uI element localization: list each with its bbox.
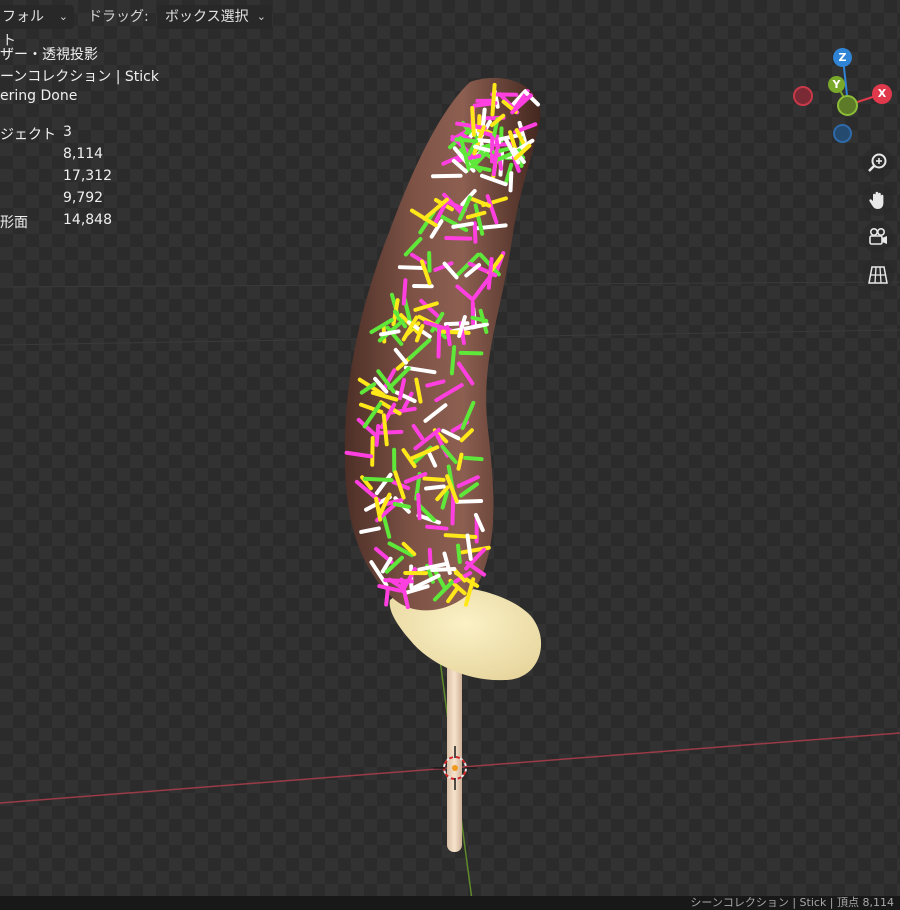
- sprinkle: [422, 476, 446, 482]
- gizmo-x-axis[interactable]: X: [872, 84, 892, 104]
- chevron-down-icon: ⌄: [256, 10, 266, 23]
- sprinkle: [374, 423, 381, 447]
- gizmo-neg-z-axis[interactable]: [833, 124, 852, 143]
- camera-icon: [869, 227, 887, 245]
- sprinkle: [416, 492, 422, 521]
- stat-value: 14,848: [63, 212, 112, 228]
- stat-value: 8,114: [63, 146, 104, 162]
- chevron-down-icon: ⌄: [58, 10, 68, 23]
- stat-value: 3: [63, 124, 72, 140]
- viewport-scene[interactable]: [0, 0, 900, 910]
- sprinkle: [490, 82, 497, 117]
- 3d-cursor[interactable]: [433, 746, 477, 790]
- camera-view-button[interactable]: [862, 221, 894, 253]
- sprinkle: [401, 278, 408, 306]
- gizmo-y-axis[interactable]: Y: [828, 76, 845, 93]
- zoom-button[interactable]: [862, 147, 894, 179]
- sprinkle: [458, 350, 484, 356]
- sprinkle: [397, 265, 426, 271]
- view-name: ザー・透視投影: [0, 47, 98, 63]
- sprinkle: [443, 533, 478, 540]
- sprinkle: [425, 524, 449, 531]
- sprinkle: [491, 148, 499, 177]
- drag-mode-dropdown[interactable]: ボックス選択 ⌄: [157, 5, 272, 29]
- sprinkle: [463, 455, 484, 462]
- collection-name: ーンコレクション | Stick: [0, 69, 159, 85]
- navigation-gizmo[interactable]: Z X Y: [788, 42, 896, 152]
- sprinkle: [472, 221, 478, 244]
- stat-label: ジェクト: [0, 127, 56, 143]
- sprinkle: [454, 137, 479, 144]
- sprinkle: [486, 256, 494, 290]
- stat-label: 形面: [0, 215, 28, 231]
- drag-mode-label: ボックス選択: [165, 9, 249, 25]
- sprinkle: [470, 106, 476, 137]
- sprinkle: [508, 171, 514, 193]
- sprinkle: [392, 502, 411, 509]
- render-status: ering Done: [0, 88, 78, 104]
- viewport-header: フォルト ⌄ ドラッグ: ボックス選択 ⌄: [0, 0, 900, 49]
- sprinkle: [362, 476, 394, 483]
- status-bar: シーンコレクション | Stick | 頂点 8,114: [0, 896, 900, 910]
- sprinkle: [456, 543, 462, 564]
- sprinkle: [449, 345, 457, 376]
- perspective-toggle-button[interactable]: [862, 259, 894, 291]
- sprinkle: [378, 429, 404, 435]
- gizmo-neg-x-axis[interactable]: [793, 86, 813, 106]
- hand-pan-icon: [869, 191, 884, 209]
- pan-button[interactable]: [862, 184, 894, 216]
- zoom-icon: [868, 153, 887, 172]
- mode-dropdown[interactable]: フォルト ⌄: [0, 5, 74, 49]
- sprinkle: [427, 547, 433, 567]
- stat-value: 9,792: [63, 190, 104, 206]
- sprinkle: [444, 236, 473, 241]
- sprinkle: [445, 325, 452, 347]
- stat-value: 17,312: [63, 168, 112, 184]
- sprinkle: [430, 566, 457, 572]
- gizmo-z-axis[interactable]: Z: [833, 48, 852, 67]
- sprinkle: [436, 327, 442, 359]
- gizmo-neg-y-axis[interactable]: [837, 95, 858, 116]
- sprinkle: [450, 491, 456, 526]
- grid-perspective-icon: [868, 266, 888, 284]
- sprinkle: [384, 586, 390, 607]
- sprinkle: [424, 484, 446, 491]
- sprinkle: [454, 499, 484, 504]
- drag-label: ドラッグ:: [88, 9, 149, 25]
- status-bar-text: シーンコレクション | Stick | 頂点 8,114: [690, 896, 894, 909]
